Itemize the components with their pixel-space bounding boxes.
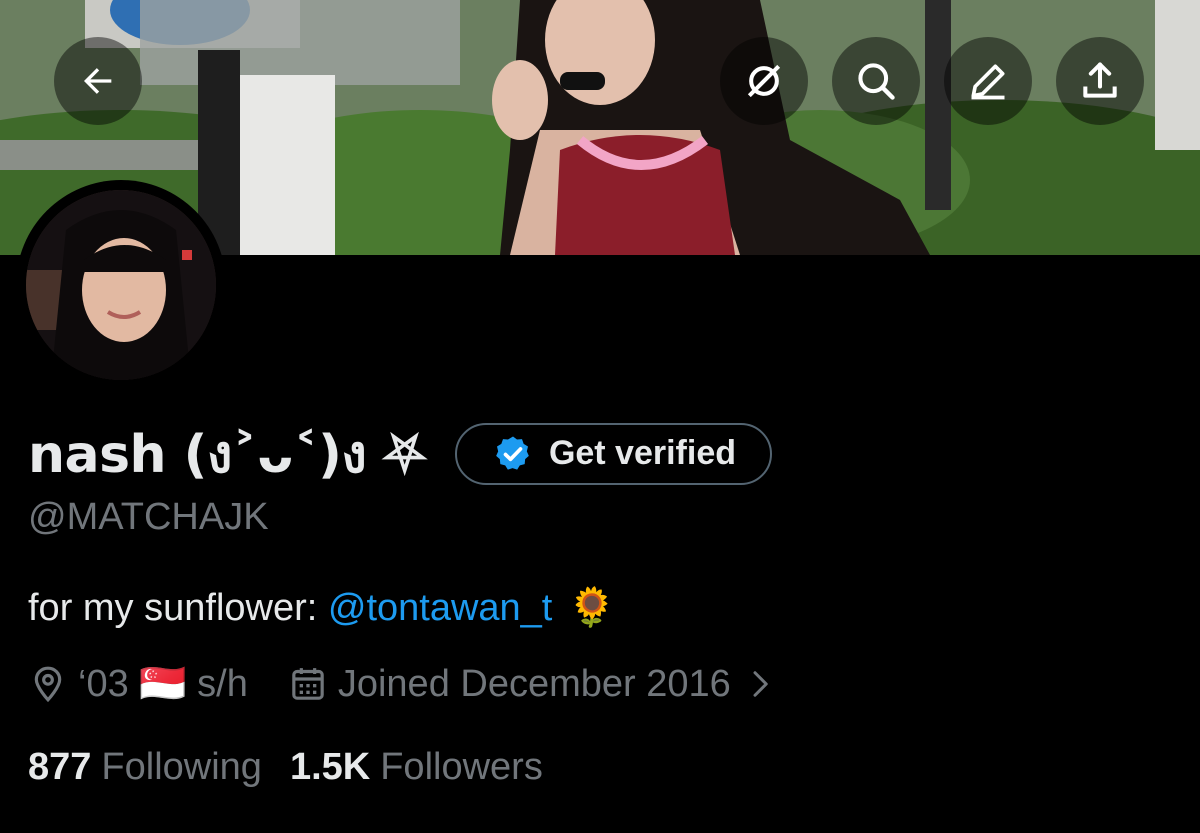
grok-icon [747, 64, 781, 98]
get-verified-label: Get verified [548, 434, 737, 472]
following-link[interactable]: 877 Following [28, 746, 262, 789]
get-verified-button[interactable]: Get verified [454, 422, 773, 485]
back-button[interactable] [54, 37, 142, 125]
location-text: ‘03 🇸🇬 s/h [78, 663, 248, 705]
calendar-icon [292, 668, 324, 700]
bio-text: for my sunflower: [28, 587, 328, 629]
followers-label: Followers [380, 746, 543, 788]
username-handle: @MATCHAJK [28, 496, 269, 538]
search-button[interactable] [832, 37, 920, 125]
bio: for my sunflower: @tontawan_t 🌻 [28, 586, 616, 630]
search-icon [858, 63, 895, 100]
joined-date[interactable]: Joined December 2016 [338, 663, 731, 706]
follow-stats: 877 Following 1.5K Followers [28, 746, 543, 789]
sunflower-emoji: 🌻 [568, 587, 616, 629]
chevron-right-icon[interactable] [745, 669, 775, 699]
following-count: 877 [28, 746, 92, 788]
following-label: Following [101, 746, 262, 788]
edit-pencil-icon [971, 64, 1005, 100]
profile-meta: ‘03 🇸🇬 s/h Joined December 2016 [28, 662, 775, 706]
followers-count: 1.5K [289, 746, 371, 788]
avatar[interactable] [16, 180, 226, 390]
back-arrow-icon [84, 68, 112, 94]
bio-mention-link[interactable]: @tontawan_t [328, 587, 553, 629]
grok-button[interactable] [720, 37, 808, 125]
share-icon [1083, 62, 1117, 98]
display-name: nash (ง˃ᴗ˂)ง ⛧ [28, 425, 425, 485]
edit-profile-button[interactable] [944, 37, 1032, 125]
share-button[interactable] [1056, 37, 1144, 125]
location-pin-icon [34, 666, 62, 703]
name-row: nash (ง˃ᴗ˂)ง ⛧ Get verified [28, 412, 773, 495]
verified-badge-icon [496, 436, 529, 470]
avatar-photo [26, 190, 216, 380]
followers-link[interactable]: 1.5K Followers [290, 746, 543, 789]
